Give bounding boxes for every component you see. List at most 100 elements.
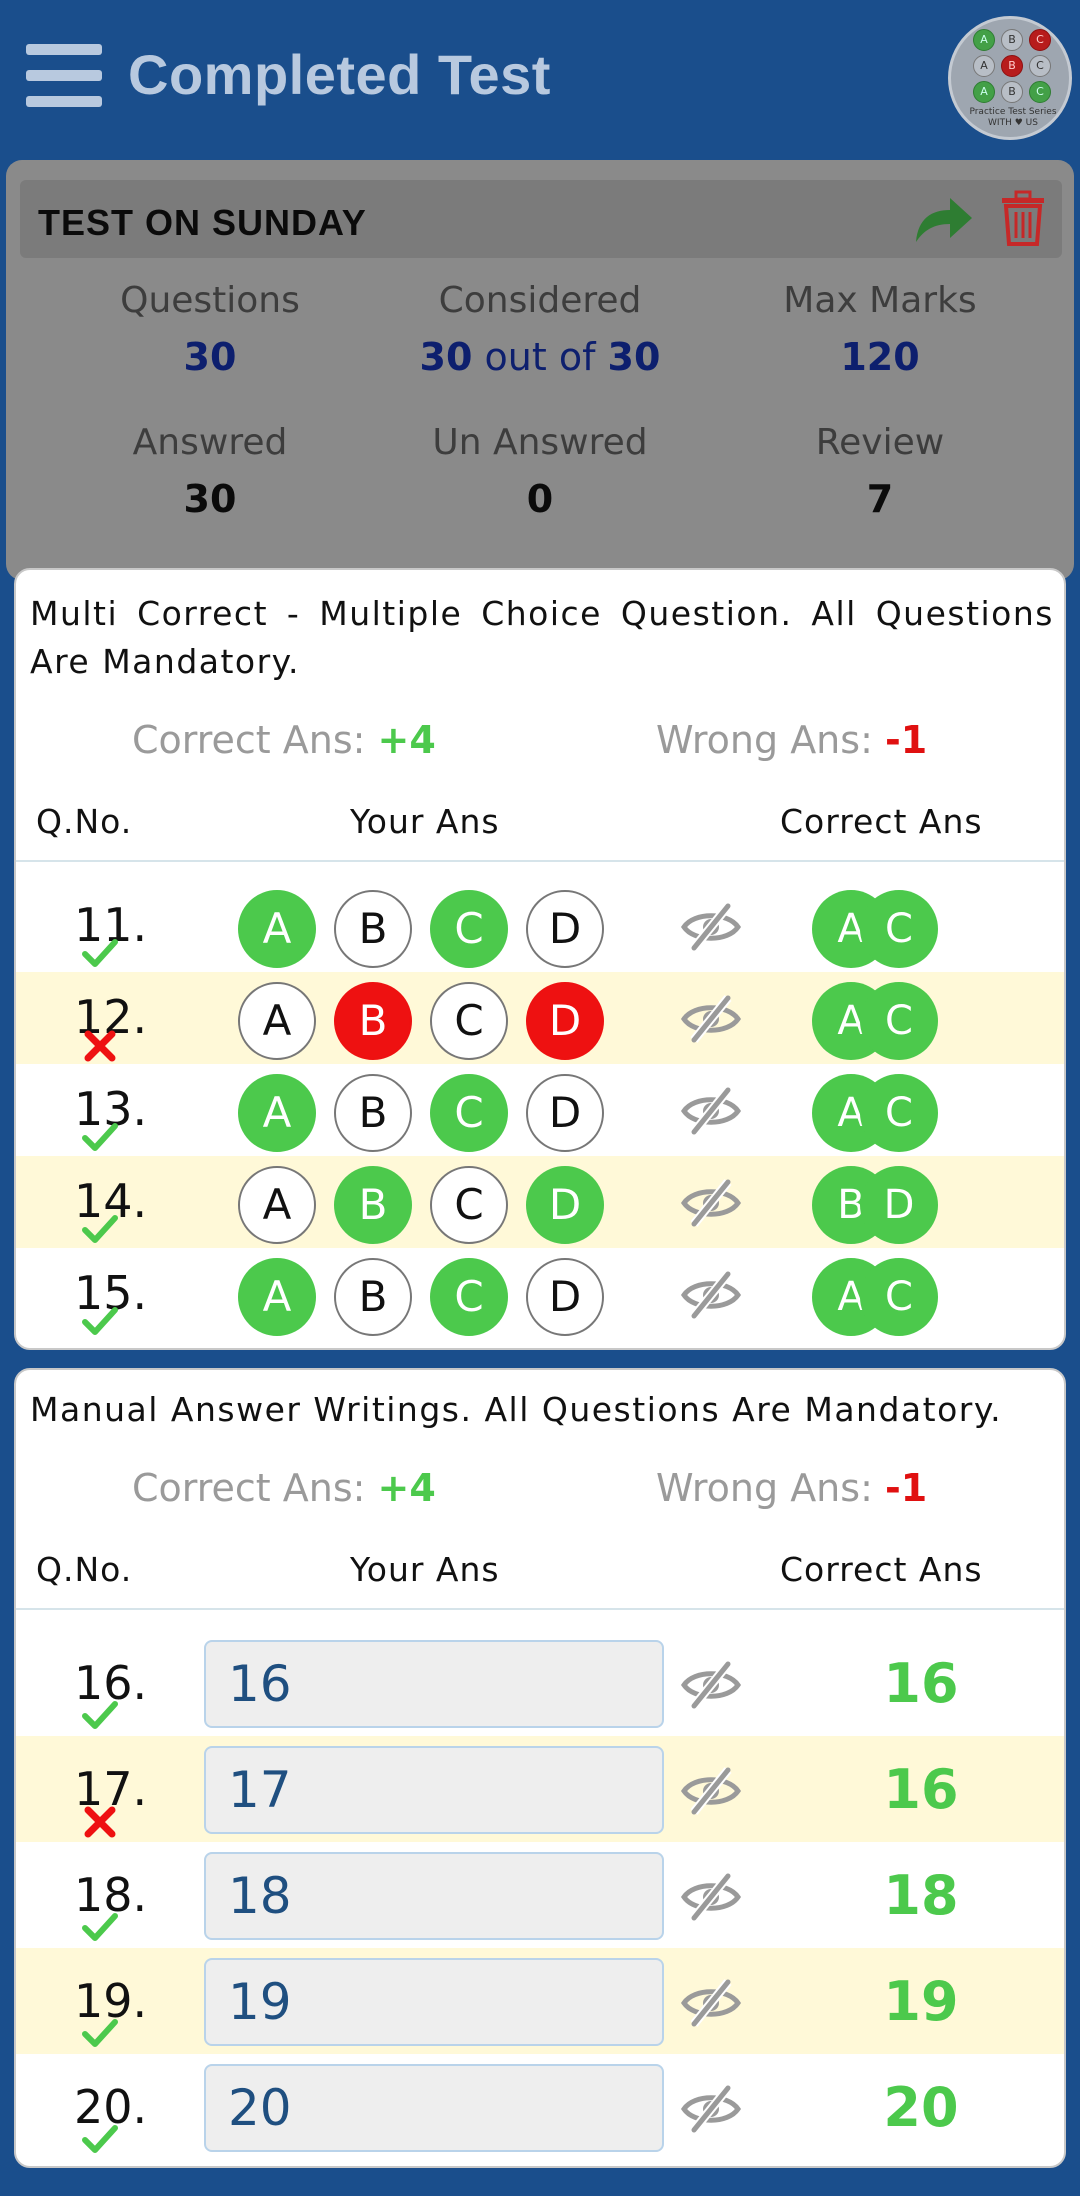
wrong-marks-value: -1	[884, 718, 928, 762]
check-icon	[82, 1215, 118, 1243]
correct-answer-value: 16	[883, 1652, 959, 1715]
answer-option: D	[526, 982, 604, 1060]
eye-slash-icon[interactable]	[680, 902, 742, 952]
logo-option-dot: B	[1001, 81, 1023, 103]
answer-field: 17	[204, 1746, 664, 1834]
wrong-marks-value: -1	[884, 1466, 928, 1510]
check-icon	[82, 1701, 118, 1729]
logo-text: WITH ♥ US	[988, 118, 1038, 128]
answer-option: D	[526, 1258, 604, 1336]
answer-option: B	[334, 1166, 412, 1244]
eye-slash-icon[interactable]	[680, 1766, 742, 1816]
answer-option: B	[334, 890, 412, 968]
correct-answer-option: C	[860, 1258, 938, 1336]
correct-marks: Correct Ans: +4	[132, 1466, 436, 1510]
stat-review: Review 7	[710, 422, 1050, 521]
stat-answered: Answred 30	[40, 422, 380, 521]
test-summary-card: TEST ON SUNDAY Questions 30 Considered 3…	[6, 160, 1074, 580]
correct-answer-option: C	[860, 1074, 938, 1152]
eye-slash-icon[interactable]	[680, 1178, 742, 1228]
table-row: 14. A B C D B D	[16, 1156, 1064, 1248]
eye-slash-icon[interactable]	[680, 1270, 742, 1320]
answer-option: A	[238, 1166, 316, 1244]
answer-field: 20	[204, 2064, 664, 2152]
stat-max-marks: Max Marks 120	[710, 280, 1050, 379]
correct-marks-label: Correct Ans:	[132, 1466, 378, 1510]
section-manual-answers: Manual Answer Writings. All Questions Ar…	[14, 1368, 1066, 2168]
correct-marks-value: +4	[377, 718, 436, 762]
table-row: 18. 18 18	[16, 1842, 1064, 1948]
correct-marks-value: +4	[377, 1466, 436, 1510]
stat-label: Review	[815, 422, 945, 463]
eye-slash-icon[interactable]	[680, 1660, 742, 1710]
stat-value: 30	[183, 335, 237, 379]
answer-option: D	[526, 890, 604, 968]
table-row: 15. A B C D A C	[16, 1248, 1064, 1340]
logo-option-dot: B	[1001, 55, 1023, 77]
logo-option-dot: C	[1029, 29, 1051, 51]
logo-text: Practice Test Series	[969, 107, 1057, 117]
menu-icon[interactable]	[26, 44, 102, 108]
stat-value: 30	[183, 477, 237, 521]
answer-option: B	[334, 1258, 412, 1336]
table-row: 19. 19 19	[16, 1948, 1064, 2054]
answer-option: D	[526, 1166, 604, 1244]
considered-count: 30	[419, 335, 473, 379]
stat-value: 7	[866, 477, 894, 521]
cross-icon	[84, 1030, 116, 1062]
logo-option-dot: A	[973, 55, 995, 77]
answer-option: C	[430, 982, 508, 1060]
wrong-marks: Wrong Ans: -1	[656, 1466, 927, 1510]
correct-answer-option: C	[860, 982, 938, 1060]
logo-option-dot: C	[1029, 55, 1051, 77]
column-header-your-ans: Your Ans	[350, 802, 500, 841]
correct-marks: Correct Ans: +4	[132, 718, 436, 762]
page-title: Completed Test	[128, 43, 551, 106]
wrong-marks-label: Wrong Ans:	[656, 1466, 885, 1510]
section-multi-correct: Multi Correct - Multiple Choice Question…	[14, 568, 1066, 1350]
eye-slash-icon[interactable]	[680, 994, 742, 1044]
correct-answer-value: 18	[883, 1864, 959, 1927]
eye-slash-icon[interactable]	[680, 1978, 742, 2028]
table-row: 16. 16 16	[16, 1630, 1064, 1736]
section-instruction: Multi Correct - Multiple Choice Question…	[30, 594, 1054, 681]
test-summary-header: TEST ON SUNDAY	[20, 180, 1062, 258]
column-header-qno: Q.No.	[36, 802, 133, 841]
column-header-your-ans: Your Ans	[350, 1550, 500, 1589]
check-icon	[82, 1913, 118, 1941]
eye-slash-icon[interactable]	[680, 2084, 742, 2134]
app-bar: Completed Test A B C A B C A B C Practice Test Se…	[0, 0, 1080, 160]
test-name: TEST ON SUNDAY	[38, 202, 367, 243]
answer-option: A	[238, 1258, 316, 1336]
answer-option: A	[238, 1074, 316, 1152]
eye-slash-icon[interactable]	[680, 1086, 742, 1136]
delete-icon[interactable]	[1000, 190, 1046, 246]
answer-field: 19	[204, 1958, 664, 2046]
stat-considered: Considered 30 out of 30	[370, 280, 710, 379]
stat-questions: Questions 30	[40, 280, 380, 379]
correct-answer-option: D	[860, 1166, 938, 1244]
correct-answer-value: 19	[883, 1970, 959, 2033]
share-icon[interactable]	[910, 192, 974, 248]
section-instruction: Manual Answer Writings. All Questions Ar…	[30, 1390, 1003, 1429]
correct-answer-option: C	[860, 890, 938, 968]
answer-option: C	[430, 1074, 508, 1152]
wrong-marks: Wrong Ans: -1	[656, 718, 927, 762]
eye-slash-icon[interactable]	[680, 1872, 742, 1922]
stat-label: Questions	[120, 280, 300, 321]
table-row: 20. 20 20	[16, 2054, 1064, 2160]
answer-option: C	[430, 1258, 508, 1336]
column-header-correct-ans: Correct Ans	[780, 1550, 983, 1589]
table-row: 17. 17 16	[16, 1736, 1064, 1842]
stat-value: 30 out of 30	[370, 335, 710, 379]
check-icon	[82, 2125, 118, 2153]
answer-option: C	[430, 1166, 508, 1244]
stat-unanswered: Un Answred 0	[370, 422, 710, 521]
answer-option: D	[526, 1074, 604, 1152]
correct-answer-value: 16	[883, 1758, 959, 1821]
considered-separator: out of	[472, 335, 608, 379]
table-row: 11. A B C D A C	[16, 880, 1064, 972]
divider	[16, 860, 1064, 862]
considered-total: 30	[607, 335, 661, 379]
logo-option-dot: B	[1001, 29, 1023, 51]
